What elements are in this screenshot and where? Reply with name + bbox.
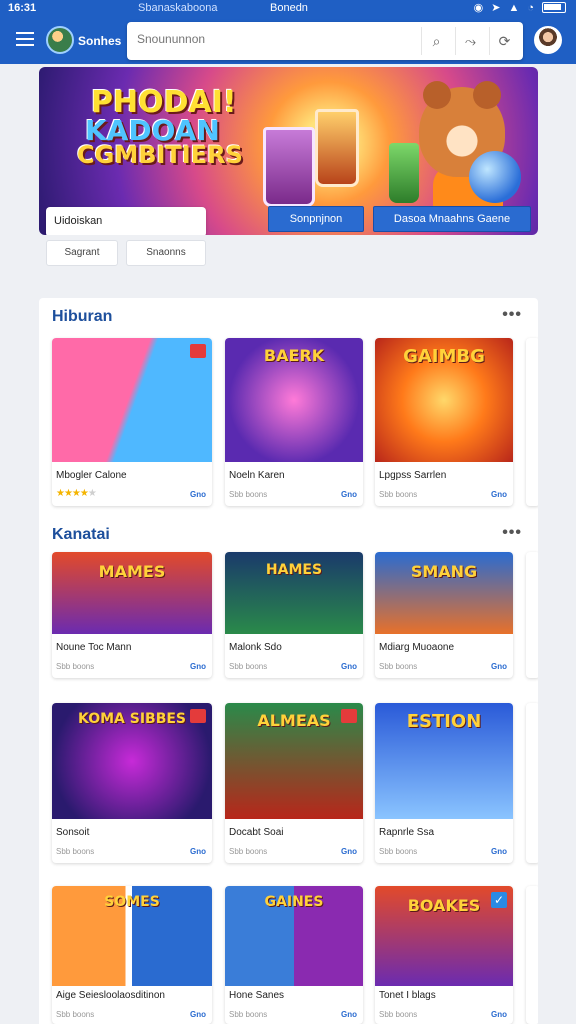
avatar[interactable] xyxy=(534,26,562,54)
game-card[interactable]: ALMEAS Docabt Soai Sbb boons Gno xyxy=(225,703,363,863)
more-icon[interactable]: ••• xyxy=(502,524,522,542)
app-logo[interactable] xyxy=(46,26,74,54)
card-action[interactable]: Gno xyxy=(341,1010,357,1019)
game-card-partial[interactable] xyxy=(526,552,538,678)
game-card-partial[interactable] xyxy=(526,703,538,863)
search-bar[interactable]: ⌕ ⤳ ⟳ xyxy=(127,22,523,60)
card-action[interactable]: Gno xyxy=(491,847,507,856)
card-action[interactable]: Gno xyxy=(190,662,206,671)
location-icon: ◉ xyxy=(473,2,484,14)
browser-tabs: Sbanaskaboona Bonedn xyxy=(128,0,428,18)
game-card-partial[interactable] xyxy=(526,338,538,506)
section-title-hiburan: Hiburan xyxy=(52,308,113,325)
signal-icon: ▲ xyxy=(508,1,520,14)
hero-secondary-button[interactable]: Dasoa Mnaahns Gaene xyxy=(373,206,531,232)
send-icon: ➤ xyxy=(491,2,501,14)
share-icon[interactable]: ⤳ xyxy=(455,27,485,55)
card-action[interactable]: Gno xyxy=(491,490,507,499)
hero-banner[interactable]: PHODAI! KADOAN CGMBITIERS Uidoiskan Sonp… xyxy=(39,67,538,235)
card-action[interactable]: Gno xyxy=(341,662,357,671)
hero-card[interactable]: Uidoiskan xyxy=(46,207,206,235)
status-time: 16:31 xyxy=(8,2,37,14)
content-panel: Hiburan ••• Mbogler Calone ★★★★★ Gno BAE… xyxy=(39,298,538,1024)
battery-icon xyxy=(542,2,566,13)
game-card[interactable]: ✓ BOAKES Tonet I blags Sbb boons Gno xyxy=(375,886,513,1024)
chip-snaonns[interactable]: Snaonns xyxy=(126,240,206,266)
status-bar: 16:31 Sbanaskaboona Bonedn ◉ ➤ ▲ ◔ xyxy=(0,0,576,18)
tab-label[interactable]: Bonedn xyxy=(270,2,308,14)
card-action[interactable]: Gno xyxy=(491,662,507,671)
tab-url[interactable]: Sbanaskaboona xyxy=(138,2,218,14)
card-action[interactable]: Gno xyxy=(190,490,206,499)
chip-sagrant[interactable]: Sagrant xyxy=(46,240,118,266)
card-thumbnail xyxy=(52,338,212,462)
game-card[interactable]: GAINES Hone Sanes Sbb boons Gno xyxy=(225,886,363,1024)
card-action[interactable]: Gno xyxy=(190,847,206,856)
search-icon[interactable]: ⌕ xyxy=(421,27,451,55)
app-name: Sonhes xyxy=(78,34,122,48)
game-card[interactable]: GAIMBG Lpgpss Sarrlen Sbb boons Gno xyxy=(375,338,513,506)
app-bar: Sonhes ⌕ ⤳ ⟳ xyxy=(0,18,576,64)
orb-graphic xyxy=(469,151,521,203)
game-card[interactable]: Mbogler Calone ★★★★★ Gno xyxy=(52,338,212,506)
game-card[interactable]: ESTION Rapnrle Ssa Sbb boons Gno xyxy=(375,703,513,863)
game-card[interactable]: SMANG Mdiarg Muoaone Sbb boons Gno xyxy=(375,552,513,678)
section-title-kanatai: Kanatai xyxy=(52,526,110,543)
drink-graphic xyxy=(315,109,359,187)
game-card-partial[interactable] xyxy=(526,886,538,1024)
settings-icon[interactable]: ⟳ xyxy=(489,27,519,55)
bottle-graphic xyxy=(389,143,419,203)
card-action[interactable]: Gno xyxy=(491,1010,507,1019)
menu-icon[interactable] xyxy=(16,32,34,46)
hero-title: PHODAI! KADOAN CGMBITIERS xyxy=(77,85,243,170)
hero-primary-button[interactable]: Sonpnjnon xyxy=(268,206,364,232)
card-action[interactable]: Gno xyxy=(190,1010,206,1019)
game-card[interactable]: BAERK Noeln Karen Sbb boons Gno xyxy=(225,338,363,506)
game-card[interactable]: SOMES Aige Seiesloolaosditinon Sbb boons… xyxy=(52,886,212,1024)
flag-icon xyxy=(190,344,206,358)
game-card[interactable]: KOMA SIBBES Sonsoit Sbb boons Gno xyxy=(52,703,212,863)
wifi-icon: ◔ xyxy=(527,1,534,14)
rating-stars: ★★★★★ xyxy=(56,488,97,499)
search-input[interactable] xyxy=(137,32,407,46)
game-card[interactable]: MAMES Noune Toc Mann Sbb boons Gno xyxy=(52,552,212,678)
status-icons: ◉ ➤ ▲ ◔ xyxy=(474,1,566,14)
drink-graphic xyxy=(263,127,315,207)
game-card[interactable]: HAMES Malonk Sdo Sbb boons Gno xyxy=(225,552,363,678)
card-action[interactable]: Gno xyxy=(341,490,357,499)
more-icon[interactable]: ••• xyxy=(502,306,522,324)
card-action[interactable]: Gno xyxy=(341,847,357,856)
